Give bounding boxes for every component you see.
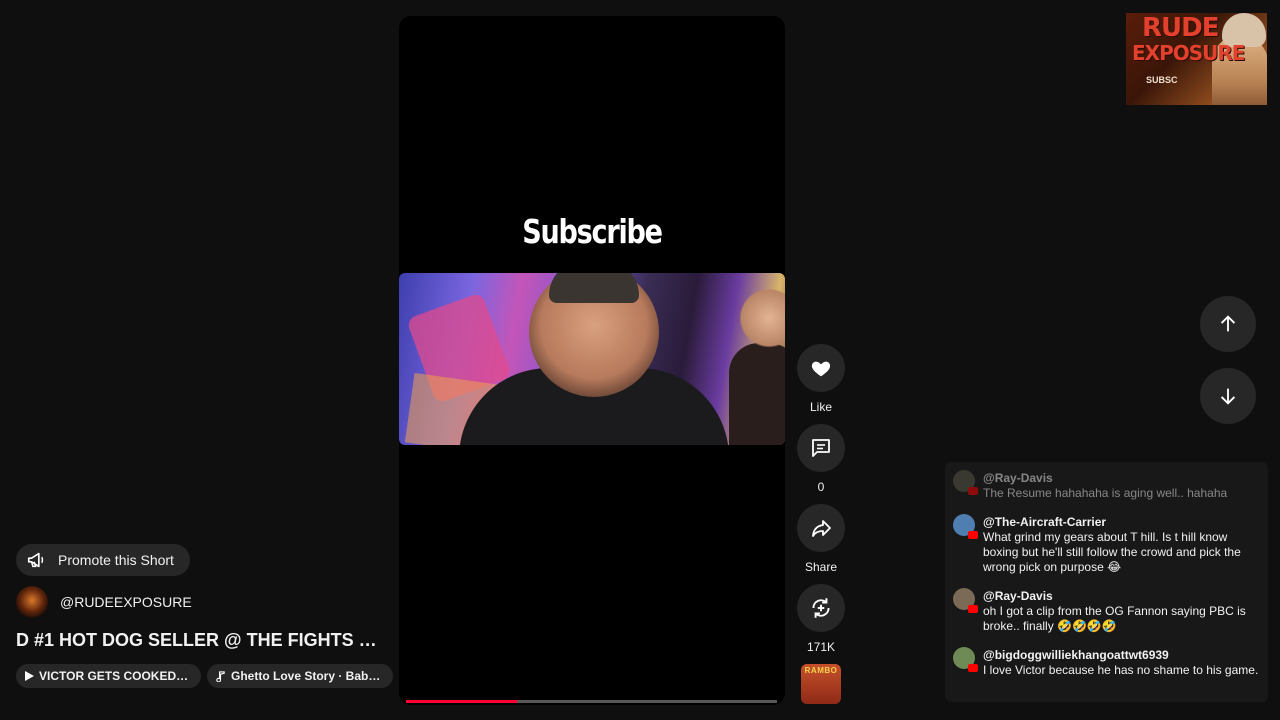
action-rail: Like 0 Share 171K RAMBO <box>797 344 845 704</box>
sound-chip[interactable]: Ghetto Love Story · Baby Boy <box>207 664 393 688</box>
commenter-avatar[interactable] <box>953 647 978 672</box>
remix-button[interactable] <box>797 584 845 632</box>
megaphone-icon <box>27 552 44 568</box>
related-chips: VICTOR GETS COOKED BY CANELO Ghetto Love… <box>16 664 393 688</box>
sound-label: Ghetto Love Story · Baby Boy <box>231 669 383 683</box>
comment-text: I love Victor because he has no shame to… <box>983 663 1259 677</box>
share-action: Share <box>797 504 845 574</box>
shorts-page: Subscribe Like 0 Share 171K RAMBO Promot… <box>0 0 1280 720</box>
previous-short-button[interactable] <box>1200 296 1256 352</box>
heart-icon <box>811 361 831 377</box>
thumb-text-line3: SUBSC <box>1146 75 1178 85</box>
promote-label: Promote this Short <box>58 552 174 568</box>
comment-item: @Ray-Davis oh I got a clip from the OG F… <box>953 588 1263 634</box>
arrow-down-icon <box>1220 388 1236 405</box>
comment-text: The Resume hahahaha is aging well.. haha… <box>983 486 1228 500</box>
sound-thumbnail[interactable]: RAMBO <box>801 664 841 704</box>
music-note-icon <box>216 670 225 682</box>
comment-author[interactable]: @Ray-Davis <box>983 588 1263 604</box>
related-video-chip[interactable]: VICTOR GETS COOKED BY CANELO <box>16 664 201 688</box>
channel-handle[interactable]: @RUDEEXPOSURE <box>60 594 192 610</box>
comment-item: @bigdoggwilliekhangoattwt6939 I love Vic… <box>953 647 1263 678</box>
next-short-button[interactable] <box>1200 368 1256 424</box>
live-comments-panel: @Ray-Davis The Resume hahahaha is aging … <box>945 462 1268 702</box>
commenter-avatar[interactable] <box>953 588 978 613</box>
video-progress-fill <box>406 700 518 703</box>
comment-icon <box>812 439 830 457</box>
comment-author[interactable]: @Ray-Davis <box>983 470 1227 486</box>
like-button[interactable] <box>797 344 845 392</box>
like-action: Like <box>797 344 845 414</box>
comments-count: 0 <box>817 480 825 494</box>
channel-thumbnail[interactable]: RUDE EXPOSURE SUBSC <box>1126 13 1267 105</box>
comment-author[interactable]: @The-Aircraft-Carrier <box>983 514 1263 530</box>
shorts-video-player[interactable]: Subscribe <box>399 16 785 705</box>
play-icon <box>25 671 34 681</box>
sound-thumbnail-text: RAMBO <box>804 666 838 675</box>
arrow-up-icon <box>1220 315 1236 332</box>
comment-author[interactable]: @bigdoggwilliekhangoattwt6939 <box>983 647 1258 663</box>
thumb-text-line2: EXPOSURE <box>1132 41 1245 65</box>
channel-avatar[interactable] <box>16 586 48 618</box>
share-label: Share <box>804 560 838 574</box>
remix-icon <box>812 598 830 618</box>
commenter-avatar[interactable] <box>953 470 978 495</box>
commenter-avatar[interactable] <box>953 514 978 539</box>
comment-text: oh I got a clip from the OG Fannon sayin… <box>983 604 1246 633</box>
remix-count: 171K <box>806 640 836 654</box>
promote-short-button[interactable]: Promote this Short <box>16 544 190 576</box>
video-frame <box>399 273 785 445</box>
remix-action: 171K <box>797 584 845 654</box>
share-icon <box>812 520 831 537</box>
share-button[interactable] <box>797 504 845 552</box>
video-title[interactable]: D #1 HOT DOG SELLER @ THE FIGHTS MEXICAN… <box>16 630 386 651</box>
comments-button[interactable] <box>797 424 845 472</box>
related-video-label: VICTOR GETS COOKED BY CANELO <box>39 669 191 683</box>
channel-row[interactable]: @RUDEEXPOSURE <box>16 586 192 618</box>
comments-action: 0 <box>797 424 845 494</box>
video-overlay-text: Subscribe <box>522 212 663 251</box>
comment-text: What grind my gears about T hill. Is t h… <box>983 530 1241 574</box>
thumb-text-line1: RUDE <box>1142 13 1219 43</box>
like-label: Like <box>809 400 832 414</box>
comment-item: @The-Aircraft-Carrier What grind my gear… <box>953 514 1263 575</box>
video-progress-bar[interactable] <box>406 700 777 703</box>
comment-item: @Ray-Davis The Resume hahahaha is aging … <box>953 470 1263 501</box>
